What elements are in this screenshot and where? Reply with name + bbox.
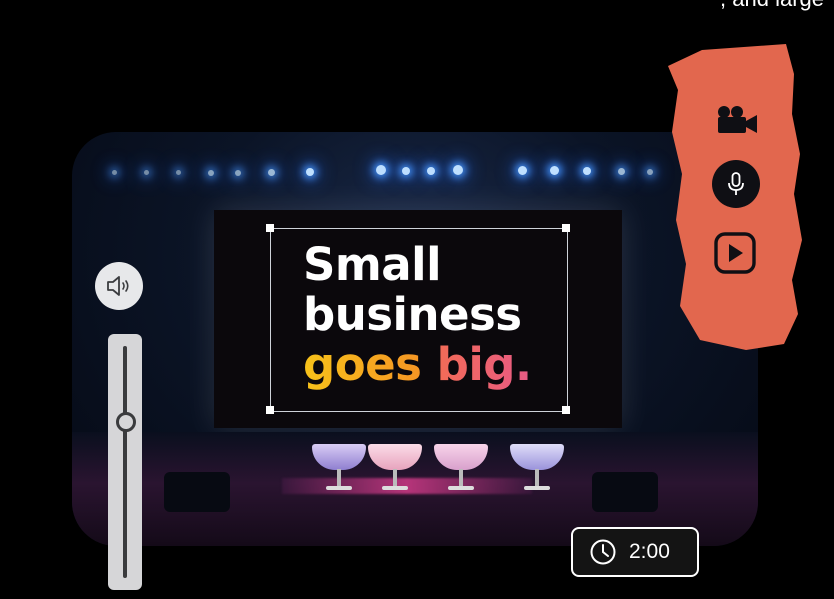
- stage-light: [112, 170, 117, 175]
- stage-lights: [72, 152, 758, 192]
- stage-light: [402, 167, 410, 175]
- stage-chair: [510, 444, 564, 500]
- stage-light: [583, 167, 591, 175]
- stage-speaker: [592, 472, 658, 512]
- volume-slider[interactable]: [108, 334, 142, 590]
- stage-light: [376, 165, 386, 175]
- play-icon: [714, 232, 756, 274]
- resize-handle[interactable]: [562, 406, 570, 414]
- headline-line-1: Small: [303, 238, 442, 291]
- camera-button[interactable]: [712, 102, 764, 138]
- timer-label: 2:00: [629, 540, 670, 563]
- stage-light: [647, 169, 653, 175]
- stage-light: [306, 168, 314, 176]
- media-control-panel: [666, 44, 804, 352]
- volume-slider-track: [123, 346, 127, 578]
- headline-line-2: business: [303, 288, 522, 341]
- headline-word-goes: goes: [303, 338, 422, 391]
- stage-speaker: [164, 472, 230, 512]
- cropped-caption-text: , and large: [720, 0, 824, 12]
- volume-slider-thumb[interactable]: [116, 412, 136, 432]
- headline-line-3: goes big.: [303, 340, 532, 390]
- resize-handle[interactable]: [266, 406, 274, 414]
- stage-light: [518, 166, 527, 175]
- stage-light: [144, 170, 149, 175]
- microphone-button[interactable]: [712, 160, 760, 208]
- stage-light: [618, 168, 625, 175]
- clock-icon: [590, 539, 616, 565]
- stage-light: [453, 165, 463, 175]
- volume-button[interactable]: [95, 262, 143, 310]
- stage-light: [268, 169, 275, 176]
- microphone-icon: [728, 172, 744, 195]
- headline-word-big: big.: [436, 338, 532, 391]
- stage-light: [176, 170, 181, 175]
- resize-handle[interactable]: [562, 224, 570, 232]
- video-camera-icon: [718, 106, 757, 133]
- stage-light: [235, 170, 241, 176]
- stage-chair: [368, 444, 422, 500]
- timer-badge[interactable]: 2:00: [571, 527, 699, 577]
- resize-handle[interactable]: [266, 224, 274, 232]
- speaker-icon: [107, 276, 129, 296]
- stage-chair: [434, 444, 488, 500]
- stage-light: [550, 166, 559, 175]
- stage-light: [208, 170, 214, 176]
- stage-chair: [312, 444, 366, 500]
- play-button[interactable]: [712, 230, 758, 276]
- headline-text[interactable]: Small business goes big.: [303, 240, 532, 390]
- stage-light: [427, 167, 435, 175]
